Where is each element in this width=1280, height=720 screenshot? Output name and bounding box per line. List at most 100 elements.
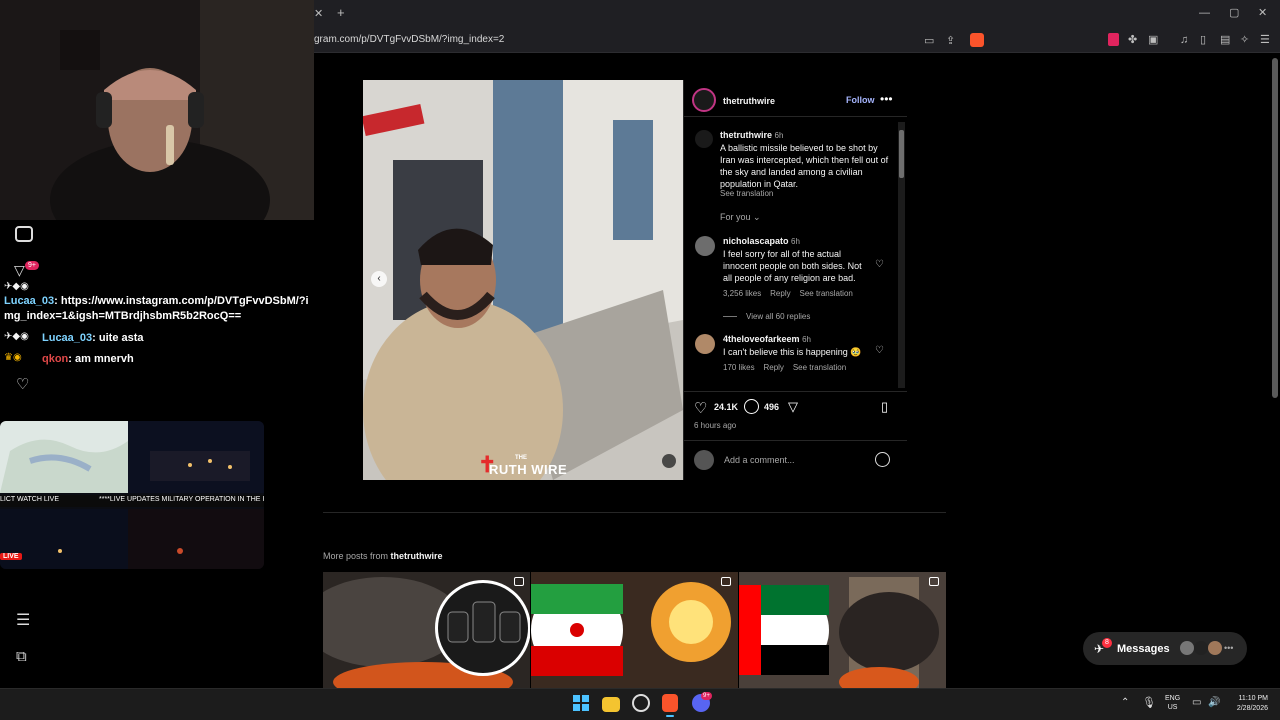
- extension-icon[interactable]: [1108, 33, 1119, 46]
- apps-icon[interactable]: ⧉: [16, 648, 27, 665]
- video-icon[interactable]: [15, 226, 33, 242]
- comments-scrollbar-thumb[interactable]: [899, 130, 904, 178]
- comment-count: 496: [764, 402, 780, 412]
- post-timestamp: 6 hours ago: [694, 421, 737, 430]
- comment-reply-link: Reply: [770, 289, 791, 298]
- crown-icon: ♛◉: [4, 352, 22, 363]
- comment-meta: 3,256 likes Reply See translation: [723, 289, 853, 298]
- divider: [683, 116, 907, 117]
- caption-avatar[interactable]: [695, 130, 713, 148]
- notification-badge: 9+: [25, 261, 39, 270]
- message-avatar: [1194, 641, 1208, 655]
- message-avatar: [1208, 641, 1222, 655]
- grid-post-iran[interactable]: [531, 572, 738, 688]
- more-avatars-icon: •••: [1224, 643, 1234, 653]
- tray-overflow-icon[interactable]: ⌃: [1121, 697, 1129, 708]
- obs-icon[interactable]: [632, 694, 650, 712]
- emoji-icon[interactable]: [875, 452, 890, 467]
- comment-meta: 170 likes Reply See translation: [723, 363, 846, 372]
- comment-icon[interactable]: [744, 399, 759, 414]
- chat-username: qkon: [42, 353, 69, 365]
- caption-username: thetruthwire: [720, 130, 773, 140]
- sound-icon[interactable]: [662, 454, 676, 468]
- language-indicator[interactable]: ENG US: [1165, 694, 1180, 712]
- comment-text: I feel sorry for all of the actual innoc…: [723, 249, 862, 283]
- minimize-icon[interactable]: —: [1199, 6, 1210, 20]
- cast-icon[interactable]: ▭: [924, 34, 934, 48]
- follow-button[interactable]: Follow: [846, 95, 875, 105]
- caption-time: 6h: [774, 131, 784, 140]
- new-tab-button[interactable]: +: [337, 6, 345, 20]
- chat-message: qkon: am mnervh: [42, 353, 134, 365]
- close-tab-icon[interactable]: ✕: [314, 7, 323, 21]
- brave-browser-icon[interactable]: [662, 694, 678, 712]
- chat-username: Lucaa_03: [42, 332, 93, 344]
- leo-icon[interactable]: ✧: [1240, 33, 1249, 47]
- commenter-avatar[interactable]: [695, 236, 715, 256]
- commenter-avatar[interactable]: [695, 334, 715, 354]
- more-horizontal-icon[interactable]: •••: [880, 92, 893, 106]
- replies-divider: [723, 316, 737, 317]
- post-media[interactable]: [363, 80, 683, 480]
- more-posts-heading: More posts from thetruthwire: [323, 551, 443, 561]
- screenshot-icon[interactable]: ▣: [1148, 33, 1158, 47]
- comment-like-icon[interactable]: ♡: [875, 259, 884, 270]
- live-badge: LIVE: [0, 553, 22, 560]
- grid-post-oil[interactable]: [323, 572, 530, 688]
- share-icon[interactable]: ▽: [788, 399, 798, 415]
- comment-translate-link: See translation: [792, 363, 847, 372]
- chat-username: Lucaa_03: [4, 295, 55, 307]
- comment-header: nicholascapato 6h: [723, 236, 800, 247]
- add-comment-input[interactable]: Add a comment...: [724, 455, 795, 465]
- clock[interactable]: 11:10 PM 2/28/2026: [1226, 694, 1268, 714]
- language-code: ENG: [1165, 695, 1181, 702]
- sidebar-icon[interactable]: ▯: [1200, 33, 1206, 47]
- chat-text: uite asta: [98, 332, 144, 344]
- previous-slide-button[interactable]: ‹: [371, 271, 387, 287]
- brave-shield-icon[interactable]: [970, 33, 984, 47]
- heart-icon[interactable]: ♡: [16, 375, 29, 393]
- url-text[interactable]: gram.com/p/DVTgFvvDSbM/?img_index=2: [314, 34, 504, 45]
- close-icon[interactable]: ✕: [1258, 6, 1267, 20]
- share-icon[interactable]: ⇪: [946, 34, 955, 48]
- maximize-icon[interactable]: ▢: [1229, 6, 1239, 20]
- chat-message: Lucaa_03: uite asta: [42, 332, 144, 344]
- see-translation-link[interactable]: See translation: [720, 189, 773, 198]
- comment-like-icon[interactable]: ♡: [875, 345, 884, 356]
- comment-time: 6h: [802, 335, 811, 344]
- browser-menu-icon[interactable]: ☰: [1260, 33, 1270, 47]
- watermark-text: RUTH WIRE: [489, 462, 568, 477]
- chat-text: am mnervh: [75, 353, 134, 365]
- grid-post-uae[interactable]: [739, 572, 946, 688]
- windows-start-icon[interactable]: [572, 694, 592, 714]
- page-scrollbar[interactable]: [1272, 58, 1278, 398]
- bookmark-icon[interactable]: ▯: [881, 399, 888, 415]
- carousel-icon: [514, 577, 524, 586]
- post-username[interactable]: thetruthwire: [723, 96, 775, 106]
- comment-header: 4theloveofarkeem 6h: [723, 334, 811, 345]
- caption-text: A ballistic missile believed to be shot …: [720, 143, 889, 189]
- comment-likes: 3,256 likes: [723, 289, 762, 298]
- wallet-icon[interactable]: ▤: [1220, 33, 1230, 47]
- menu-icon[interactable]: ☰: [16, 610, 30, 630]
- chat-badges-icon: ✈︎◆◉: [4, 331, 29, 342]
- music-icon[interactable]: ♫: [1180, 33, 1188, 47]
- puzzle-icon[interactable]: ✤: [1128, 33, 1137, 47]
- file-explorer-icon[interactable]: [602, 697, 620, 712]
- thumb-caption: ****LIVE UPDATES MILITARY OPERATION IN T…: [99, 496, 264, 503]
- watermark-small: THE: [515, 455, 527, 461]
- messages-badge: 8: [1102, 638, 1112, 648]
- volume-icon[interactable]: 🔊: [1208, 697, 1220, 708]
- network-icon[interactable]: ▭: [1192, 697, 1201, 708]
- section-divider: [323, 512, 946, 513]
- for-you-dropdown[interactable]: For you ⌄: [720, 212, 761, 223]
- profile-avatar[interactable]: [692, 88, 716, 112]
- comment-translate-link: See translation: [799, 289, 853, 298]
- active-app-indicator: [666, 715, 674, 717]
- microphone-icon[interactable]: 🎙: [1142, 696, 1156, 709]
- like-icon[interactable]: ♡: [694, 399, 707, 417]
- divider: [683, 440, 907, 441]
- view-replies-link[interactable]: View all 60 replies: [746, 312, 810, 321]
- heart-icon[interactable]: ▽: [14, 262, 25, 279]
- discord-badge: 9+: [701, 692, 712, 700]
